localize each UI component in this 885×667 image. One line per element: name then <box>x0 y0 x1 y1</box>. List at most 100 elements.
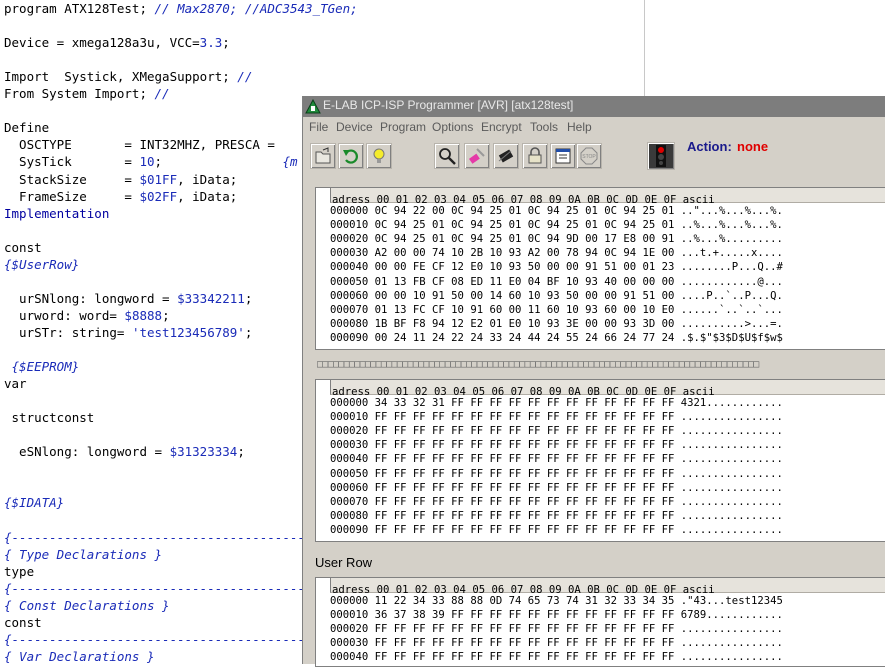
code-line: eSNlong: longword = $31323334; <box>4 443 245 460</box>
status-light <box>647 142 675 170</box>
code-token: {$UserRow} <box>4 256 80 272</box>
hex-row[interactable]: 000010 0C 94 25 01 0C 94 25 01 0C 94 25 … <box>330 218 885 232</box>
hex-row[interactable]: 000010 FF FF FF FF FF FF FF FF FF FF FF … <box>330 410 885 424</box>
lock-button[interactable] <box>522 143 548 169</box>
hex-row[interactable]: 000080 1B BF F8 94 12 E2 01 E0 10 93 3E … <box>330 317 885 331</box>
code-token: Import Systick, XMegaSupport; <box>4 69 238 85</box>
hex-row[interactable]: 000080 FF FF FF FF FF FF FF FF FF FF FF … <box>330 509 885 523</box>
code-token: 10 <box>139 154 155 170</box>
code-line: { Const Declarations } <box>4 597 170 614</box>
lock-icon <box>528 147 542 164</box>
flash-hex-header: adress 00 01 02 03 04 05 06 07 08 09 0A … <box>330 188 885 206</box>
hex-row[interactable]: 000040 FF FF FF FF FF FF FF FF FF FF FF … <box>330 452 885 466</box>
code-line: urword: word= $8888; <box>4 307 170 324</box>
hex-row[interactable]: 000070 01 13 FC CF 10 91 60 00 11 60 10 … <box>330 303 885 317</box>
hex-row[interactable]: 000030 FF FF FF FF FF FF FF FF FF FF FF … <box>330 438 885 452</box>
action-value: none <box>737 139 769 154</box>
code-token: Implementation <box>4 205 110 221</box>
inspect-button[interactable] <box>434 143 460 169</box>
code-line: {---------------------------------------… <box>4 529 343 546</box>
eeprom-hex-header: adress 00 01 02 03 04 05 06 07 08 09 0A … <box>330 380 885 398</box>
code-line: urSNlong: longword = $33342211; <box>4 290 252 307</box>
hex-row[interactable]: 000030 FF FF FF FF FF FF FF FF FF FF FF … <box>330 636 885 650</box>
code-token: Define <box>4 120 50 136</box>
chip-icon <box>498 149 514 163</box>
hex-row[interactable]: 000070 FF FF FF FF FF FF FF FF FF FF FF … <box>330 495 885 509</box>
info-button[interactable] <box>366 143 392 169</box>
hex-row[interactable]: 000000 34 33 32 31 FF FF FF FF FF FF FF … <box>330 396 885 410</box>
menu-device[interactable]: Device <box>336 120 373 134</box>
code-line: Implementation <box>4 205 109 222</box>
action-label: Action: <box>687 139 732 154</box>
code-token: ; <box>244 290 253 306</box>
menu-options[interactable]: Options <box>432 120 473 134</box>
hex-row[interactable]: 000090 FF FF FF FF FF FF FF FF FF FF FF … <box>330 523 885 537</box>
hex-row[interactable]: 000000 11 22 34 33 88 88 0D 74 65 73 74 … <box>330 594 885 608</box>
code-token: structconst <box>4 410 95 426</box>
code-line: FrameSize = $02FF, iData; <box>4 188 237 205</box>
user-row-gutter <box>316 578 330 666</box>
user-row-hex-view[interactable]: adress 00 01 02 03 04 05 06 07 08 09 0A … <box>315 577 885 667</box>
code-line: OSCTYPE = INT32MHZ, PRESCA = <box>4 136 275 153</box>
code-line: From System Import; // <box>4 85 170 102</box>
hex-row[interactable]: 000000 0C 94 22 00 0C 94 25 01 0C 94 25 … <box>330 204 885 218</box>
erase-icon <box>469 148 485 164</box>
encoding-glyph-bar: □□□□□□□□□□□□□□□□□□□□□□□□□□□□□□□□□□□□□□□□… <box>317 359 759 370</box>
verify-button[interactable] <box>550 143 576 169</box>
code-token: { Type Declarations } <box>4 546 163 562</box>
code-token: ; <box>222 35 230 51</box>
title-bar[interactable]: E-LAB ICP-ISP Programmer [AVR] [atx128te… <box>303 96 885 117</box>
menu-file[interactable]: File <box>309 120 328 134</box>
code-token: $31323334 <box>169 444 238 460</box>
code-line: structconst <box>4 409 95 426</box>
code-token: {$IDATA} <box>4 495 65 511</box>
code-line: {---------------------------------------… <box>4 580 343 597</box>
code-line: SysTick = 10; {m <box>4 153 297 170</box>
editor-right-pane <box>644 0 885 96</box>
hex-row[interactable]: 000030 A2 00 00 74 10 2B 10 93 A2 00 78 … <box>330 246 885 260</box>
code-line: {$IDATA} <box>4 494 64 511</box>
hex-row[interactable]: 000060 00 00 10 91 50 00 14 60 10 93 50 … <box>330 289 885 303</box>
hex-row[interactable]: 000020 0C 94 25 01 0C 94 25 01 0C 94 9D … <box>330 232 885 246</box>
hex-row[interactable]: 000060 FF FF FF FF FF FF FF FF FF FF FF … <box>330 481 885 495</box>
hex-row[interactable]: 000020 FF FF FF FF FF FF FF FF FF FF FF … <box>330 622 885 636</box>
inspect-icon <box>439 148 456 165</box>
hex-row[interactable]: 000040 00 00 FE CF 12 E0 10 93 50 00 00 … <box>330 260 885 274</box>
eeprom-hex-view[interactable]: adress 00 01 02 03 04 05 06 07 08 09 0A … <box>315 379 885 542</box>
menu-tools[interactable]: Tools <box>530 120 558 134</box>
hex-row[interactable]: 000040 FF FF FF FF FF FF FF FF FF FF FF … <box>330 650 885 664</box>
flash-hex-view[interactable]: adress 00 01 02 03 04 05 06 07 08 09 0A … <box>315 187 885 350</box>
menu-bar: File Device Program Options Encrypt Tool… <box>303 117 885 137</box>
window-title: E-LAB ICP-ISP Programmer [AVR] [atx128te… <box>323 98 574 112</box>
hex-row[interactable]: 000020 FF FF FF FF FF FF FF FF FF FF FF … <box>330 424 885 438</box>
code-line: type <box>4 563 34 580</box>
open-folder-icon <box>315 147 331 164</box>
code-token: {---------------------------------------… <box>4 631 343 647</box>
code-line: Define <box>4 119 49 136</box>
code-line: {$EEPROM} <box>4 358 80 375</box>
code-token: // <box>237 69 253 85</box>
code-line: {---------------------------------------… <box>4 631 343 648</box>
flash-row-gutter <box>316 188 330 349</box>
code-token: {---------------------------------------… <box>4 529 343 545</box>
code-token: {---------------------------------------… <box>4 580 343 596</box>
hex-row[interactable]: 000010 36 37 38 39 FF FF FF FF FF FF FF … <box>330 608 885 622</box>
program-chip-button[interactable] <box>493 143 519 169</box>
stop-button[interactable]: STOP <box>576 143 602 169</box>
code-line: const <box>4 239 42 256</box>
code-line: const <box>4 614 42 631</box>
menu-encrypt[interactable]: Encrypt <box>481 120 522 134</box>
hex-row[interactable]: 000090 00 24 11 24 22 24 33 24 44 24 55 … <box>330 331 885 345</box>
menu-program[interactable]: Program <box>380 120 426 134</box>
code-line: urSTr: string= 'test123456789'; <box>4 324 252 341</box>
menu-help[interactable]: Help <box>567 120 592 134</box>
code-line: Device = xmega128a3u, VCC=3.3; <box>4 34 230 51</box>
code-token: 3.3 <box>199 35 223 51</box>
hex-row[interactable]: 000050 01 13 FB CF 08 ED 11 E0 04 BF 10 … <box>330 275 885 289</box>
code-line: var <box>4 375 27 392</box>
open-button[interactable] <box>310 143 336 169</box>
hex-row[interactable]: 000050 FF FF FF FF FF FF FF FF FF FF FF … <box>330 467 885 481</box>
code-token: ; <box>244 324 253 340</box>
undo-button[interactable] <box>338 143 364 169</box>
erase-button[interactable] <box>464 143 490 169</box>
